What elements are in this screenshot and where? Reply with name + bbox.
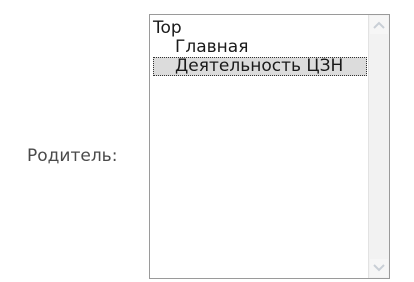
chevron-down-icon [373,264,385,272]
list-item-glavnaya[interactable]: Главная [153,38,367,57]
scroll-up-button[interactable] [370,16,388,34]
chevron-up-icon [373,21,385,29]
list-item-top[interactable]: Top [153,19,367,38]
vertical-scrollbar[interactable] [368,15,389,278]
list-item-deyatelnost-czn[interactable]: Деятельность ЦЗН [153,57,367,76]
parent-field-label: Родитель: [27,146,118,166]
scroll-down-button[interactable] [370,259,388,277]
parent-listbox[interactable]: Top Главная Деятельность ЦЗН [149,14,390,279]
listbox-options: Top Главная Деятельность ЦЗН [153,19,367,76]
